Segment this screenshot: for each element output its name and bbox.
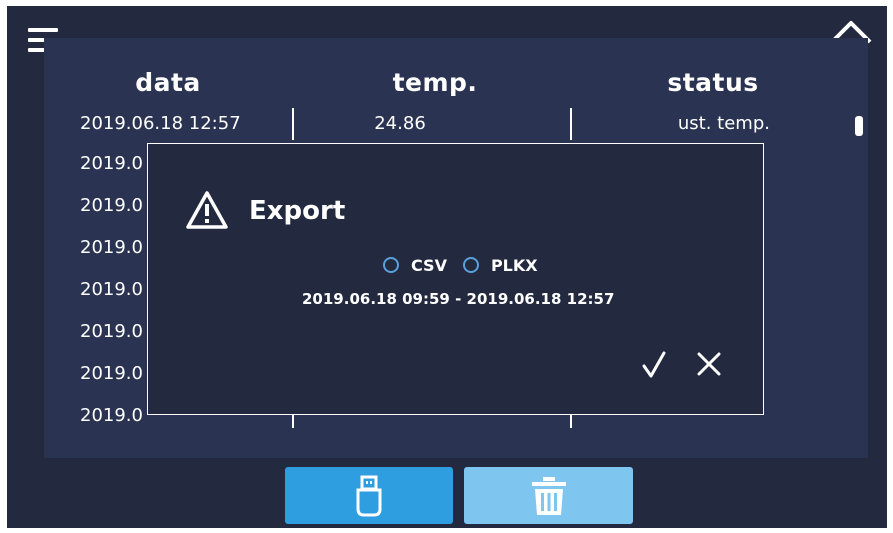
- row-date: 2019.0: [80, 321, 143, 342]
- row-date: 2019.0: [80, 405, 143, 426]
- export-dialog: Export CSV PLKX 2019.06.18 09:59 - 2019.…: [147, 143, 764, 415]
- column-divider: [570, 108, 572, 140]
- radio-plkx-label[interactable]: PLKX: [491, 256, 538, 275]
- column-header-date[interactable]: data: [118, 68, 218, 97]
- export-usb-button[interactable]: [285, 467, 453, 524]
- table-row[interactable]: 2019.06.18 12:57 24.86 ust. temp.: [60, 104, 800, 144]
- row-date: 2019.0: [80, 195, 143, 216]
- column-header-status[interactable]: status: [650, 68, 776, 97]
- radio-csv[interactable]: [383, 257, 399, 273]
- row-status: ust. temp.: [677, 113, 770, 134]
- row-date: 2019.06.18 12:57: [80, 113, 241, 134]
- check-icon[interactable]: [641, 350, 667, 380]
- column-header-temp[interactable]: temp.: [380, 68, 490, 97]
- dialog-title: Export: [249, 196, 346, 226]
- row-date: 2019.0: [80, 363, 143, 384]
- row-temp: 24.86: [374, 113, 426, 134]
- radio-plkx[interactable]: [462, 257, 479, 273]
- close-icon[interactable]: [697, 352, 721, 376]
- format-options: CSV PLKX: [383, 254, 554, 276]
- scrollbar-thumb[interactable]: [855, 116, 863, 136]
- usb-drive-icon: [356, 475, 382, 516]
- export-date-range: 2019.06.18 09:59 - 2019.06.18 12:57: [302, 290, 615, 308]
- row-date: 2019.0: [80, 279, 143, 300]
- row-date: 2019.0: [80, 153, 143, 174]
- radio-csv-label[interactable]: CSV: [411, 256, 447, 275]
- delete-button[interactable]: [464, 467, 633, 524]
- warning-icon: [186, 191, 228, 229]
- trash-icon: [531, 476, 566, 515]
- column-divider: [292, 108, 294, 140]
- row-date: 2019.0: [80, 237, 143, 258]
